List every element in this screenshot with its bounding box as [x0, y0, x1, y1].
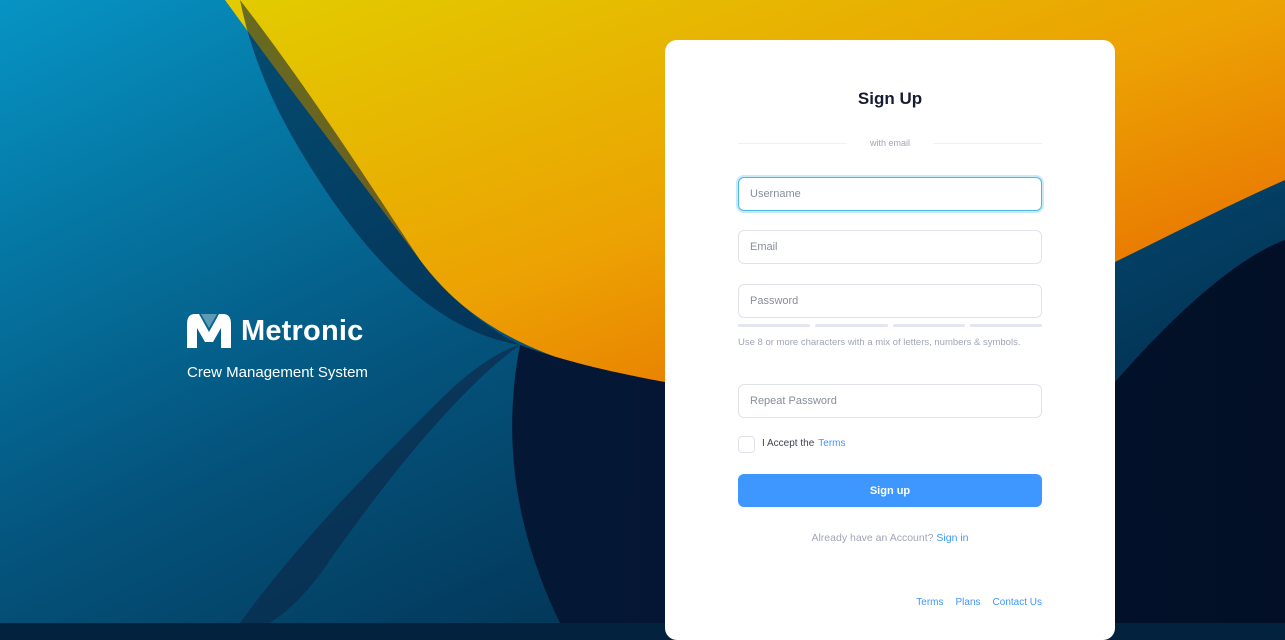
username-input[interactable] [738, 177, 1042, 211]
signin-link[interactable]: Sign in [936, 532, 968, 544]
terms-link[interactable]: Terms [818, 438, 845, 449]
separator-text: with email [870, 138, 911, 148]
accept-text: I Accept the [762, 438, 815, 449]
email-separator: with email [738, 136, 1043, 150]
logo-row: Metronic [187, 314, 368, 348]
email-input[interactable] [738, 230, 1042, 264]
brand-tagline: Crew Management System [187, 364, 368, 381]
footer-terms-link[interactable]: Terms [916, 597, 943, 608]
strength-segment [969, 324, 1042, 327]
metronic-logo-icon [187, 314, 231, 348]
password-hint: Use 8 or more characters with a mix of l… [738, 337, 1021, 348]
page-title: Sign Up [857, 89, 923, 108]
footer-plans-link[interactable]: Plans [956, 597, 981, 608]
accept-terms-label: I Accept the Terms [762, 438, 846, 449]
signin-prompt: Already have an Account? Sign in [665, 532, 1115, 544]
password-strength-meter [738, 324, 1042, 327]
accept-terms-checkbox[interactable] [738, 436, 755, 453]
brand-name: Metronic [241, 314, 364, 347]
signup-button[interactable]: Sign up [738, 474, 1042, 507]
strength-segment [815, 324, 888, 327]
strength-segment [892, 324, 965, 327]
strength-segment [738, 324, 811, 327]
brand-block: Metronic Crew Management System [187, 314, 368, 381]
footer-contact-link[interactable]: Contact Us [993, 597, 1042, 608]
password-input[interactable] [738, 284, 1042, 318]
account-text: Already have an Account? [811, 532, 934, 544]
separator-line-left [738, 142, 847, 144]
separator-line-right [933, 142, 1043, 144]
signup-card: Sign Up with email Use 8 or more charact… [665, 40, 1115, 640]
repeat-password-input[interactable] [738, 384, 1042, 418]
footer-links: Terms Plans Contact Us [916, 597, 1042, 608]
